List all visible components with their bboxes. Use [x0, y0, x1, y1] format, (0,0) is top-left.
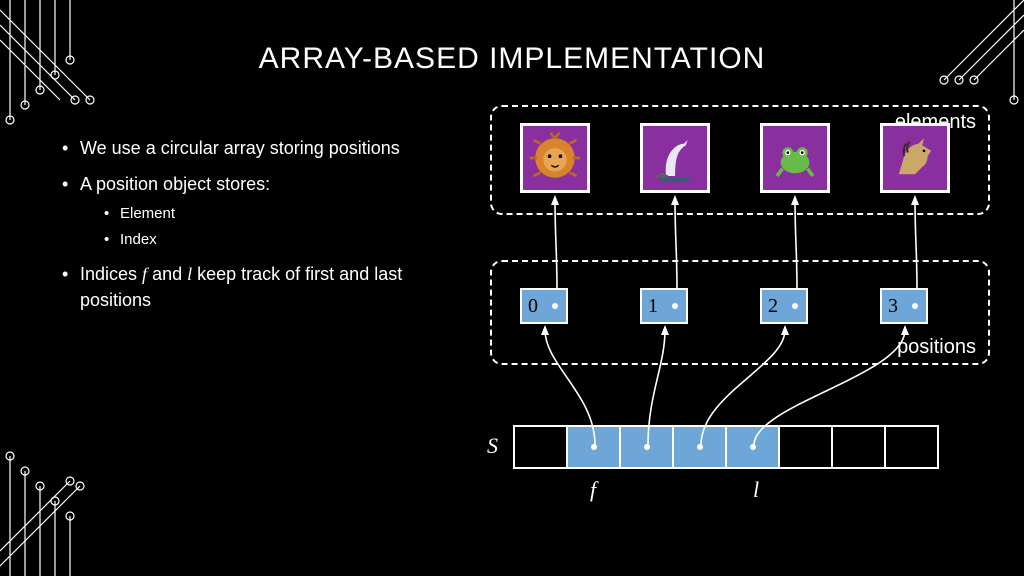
s-cell-0: [513, 425, 568, 469]
f-pointer-label: f: [590, 477, 596, 503]
circuit-decoration-bottom-left: [0, 376, 180, 576]
s-cell-3: [672, 425, 727, 469]
diagram-area: elements positions 0 1 2 3 S f l: [475, 105, 1005, 555]
bullet-3: Indices f and l keep track of first and …: [80, 261, 470, 313]
element-tile-frog: [760, 123, 830, 193]
s-cell-4: [725, 425, 780, 469]
slide-body-text: We use a circular array storing position…: [80, 135, 470, 323]
position-cell-3: 3: [880, 288, 928, 324]
slide-title: ARRAY-BASED IMPLEMENTATION: [0, 42, 1024, 76]
bullet-2b: Index: [120, 229, 470, 251]
bullet-2: A position object stores: Element Index: [80, 171, 470, 251]
s-cell-5: [778, 425, 833, 469]
element-tile-lion: [520, 123, 590, 193]
positions-label: positions: [897, 336, 976, 359]
position-cell-2: 2: [760, 288, 808, 324]
s-array-label: S: [487, 433, 498, 459]
position-cell-1: 1: [640, 288, 688, 324]
l-pointer-label: l: [753, 477, 759, 503]
s-array: [515, 425, 939, 469]
bullet-1: We use a circular array storing position…: [80, 135, 470, 161]
s-cell-1: [566, 425, 621, 469]
s-cell-7: [884, 425, 939, 469]
s-cell-2: [619, 425, 674, 469]
position-cell-0: 0: [520, 288, 568, 324]
bullet-2a: Element: [120, 203, 470, 225]
element-tile-horse: [880, 123, 950, 193]
s-cell-6: [831, 425, 886, 469]
element-tile-heron: [640, 123, 710, 193]
